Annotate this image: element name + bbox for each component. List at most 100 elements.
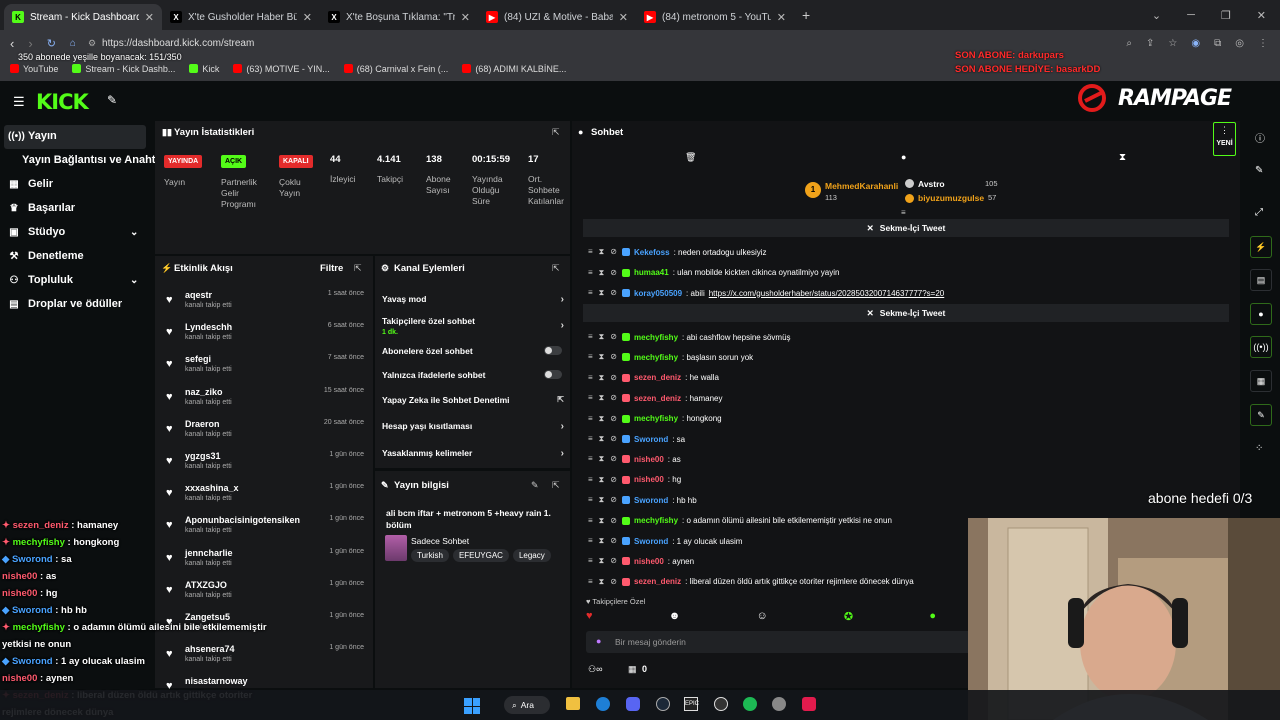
rail-chat-button[interactable]: ●: [1250, 303, 1272, 325]
timeout-icon[interactable]: ⧗: [599, 454, 605, 464]
bookmark-item[interactable]: (63) MOTIVE - YIN...: [233, 64, 330, 74]
app-icon[interactable]: [802, 697, 816, 711]
tweet-embed-bar[interactable]: ✕ Sekme-İçi Tweet: [583, 219, 1229, 237]
sidebar-item-5[interactable]: ▣ Stüdyo ⌄: [8, 226, 138, 238]
pin-icon[interactable]: ✎: [107, 93, 117, 107]
timeout-icon[interactable]: ⧗: [599, 393, 605, 403]
popout-info-icon[interactable]: ⇱: [552, 480, 560, 491]
pinned-icon[interactable]: ≡: [901, 208, 906, 217]
fullscreen-icon[interactable]: ⤢: [1255, 207, 1263, 218]
emote-icon[interactable]: ☻: [669, 610, 681, 623]
emote-icon[interactable]: ☺: [756, 610, 767, 623]
sidebar-item-3[interactable]: ▦ Gelir: [8, 178, 53, 190]
delete-message-icon[interactable]: ≡: [588, 393, 593, 403]
activity-username[interactable]: ATXZGJO: [185, 580, 227, 590]
spotify-icon[interactable]: [743, 697, 757, 711]
close-window-icon[interactable]: ✕: [1257, 9, 1266, 22]
address-bar[interactable]: https://dashboard.kick.com/stream: [102, 38, 254, 49]
activity-username[interactable]: aqestr: [185, 290, 212, 300]
timeout-icon[interactable]: ⧗: [599, 288, 605, 298]
delete-message-icon[interactable]: ≡: [588, 352, 593, 362]
tweet-embed-bar[interactable]: ✕ Sekme-İçi Tweet: [583, 304, 1229, 322]
steam-icon[interactable]: [656, 697, 670, 711]
chat-username[interactable]: sezen_deniz: [634, 373, 681, 382]
timeout-icon[interactable]: ⧗: [599, 373, 605, 383]
bookmark-item[interactable]: Stream - Kick Dashb...: [72, 64, 175, 74]
delete-message-icon[interactable]: ≡: [588, 577, 593, 587]
browser-tab[interactable]: ▶ (84) metronom 5 - YouTube ✕: [636, 4, 794, 30]
top-chatter-name[interactable]: Avstro: [918, 179, 945, 189]
timeout-icon[interactable]: ⧗: [599, 577, 605, 587]
bookmark-item[interactable]: (68) Carnival x Fein (...: [343, 64, 448, 74]
ai-moderation-row[interactable]: Yapay Zeka ile Sohbet Denetimi ⇱: [382, 395, 564, 405]
activity-username[interactable]: nisastarnoway: [185, 676, 248, 686]
discord-icon[interactable]: [626, 697, 640, 711]
rail-broadcast-button[interactable]: ((•)): [1250, 336, 1272, 358]
activity-username[interactable]: xxxashina_x: [185, 483, 239, 493]
kick-logo[interactable]: KICK: [36, 90, 89, 114]
activity-username[interactable]: ygzgs31: [185, 451, 221, 461]
reload-icon[interactable]: ↻: [47, 37, 56, 50]
sidebar-item-1[interactable]: ((•)) Yayın: [8, 130, 57, 142]
chat-username[interactable]: mechyfishy: [634, 333, 678, 342]
ban-icon[interactable]: ⊘: [610, 332, 617, 342]
edit-info-icon[interactable]: ✎: [531, 480, 539, 491]
tag-chip[interactable]: Turkish: [411, 549, 449, 562]
chat-username[interactable]: Sworond: [634, 435, 668, 444]
timeout-icon[interactable]: ⧗: [599, 414, 605, 424]
back-icon[interactable]: ‹: [10, 36, 14, 51]
sidebar-item-4[interactable]: ♛ Başarılar: [8, 202, 76, 214]
delete-message-icon[interactable]: ≡: [588, 495, 593, 505]
activity-username[interactable]: Zangetsu5: [185, 612, 230, 622]
forward-icon[interactable]: ›: [28, 36, 32, 51]
chat-username[interactable]: sezen_deniz: [634, 577, 681, 586]
hourglass-icon[interactable]: ⧗: [1119, 152, 1126, 163]
activity-username[interactable]: sefegi: [185, 354, 211, 364]
chat-username[interactable]: nishe00: [634, 455, 664, 464]
tag-chip[interactable]: EFEUYGAC: [452, 549, 509, 562]
bookmark-item[interactable]: YouTube: [10, 64, 58, 74]
site-info-icon[interactable]: ⚙: [88, 38, 96, 49]
chat-username[interactable]: mechyfishy: [634, 414, 678, 423]
zoom-icon[interactable]: ⌕: [1126, 38, 1132, 49]
delete-message-icon[interactable]: ≡: [588, 516, 593, 526]
timeout-icon[interactable]: ⧗: [599, 516, 605, 526]
sidebar-item-8[interactable]: ▤ Droplar ve ödüller: [8, 298, 122, 310]
browser-tab[interactable]: X X'te Boşuna Tıklama: "Trump: " ✕: [320, 4, 478, 30]
bookmark-star-icon[interactable]: ☆: [1168, 38, 1177, 49]
profile-icon[interactable]: ◎: [1235, 38, 1244, 49]
ban-icon[interactable]: ⊘: [610, 393, 617, 403]
chat-username[interactable]: Sworond: [634, 537, 668, 546]
delete-message-icon[interactable]: ≡: [588, 536, 593, 546]
heart-emote-icon[interactable]: ♥: [586, 610, 593, 623]
emote-icon[interactable]: ●: [929, 610, 936, 623]
sidebar-item-6[interactable]: ⚒ Denetleme: [8, 250, 84, 262]
browser-tab[interactable]: X X'te Gusholder Haber Bülteni: " ✕: [162, 4, 320, 30]
chat-username[interactable]: koray050509: [634, 289, 682, 298]
delete-message-icon[interactable]: ≡: [588, 475, 593, 485]
obs-icon[interactable]: [714, 697, 728, 711]
rail-clips-button[interactable]: ▦: [1250, 370, 1272, 392]
timeout-icon[interactable]: ⧗: [599, 352, 605, 362]
activity-username[interactable]: Lyndeschh: [185, 322, 232, 332]
emotes-only-toggle[interactable]: [544, 370, 562, 379]
ban-icon[interactable]: ⊘: [610, 536, 617, 546]
edit-icon[interactable]: ✎: [1255, 165, 1263, 176]
followers-only-row[interactable]: Takipçilere özel sohbet 1 dk. ›: [382, 316, 564, 336]
file-explorer-icon[interactable]: [566, 697, 580, 710]
account-age-row[interactable]: Hesap yaşı kısıtlaması ›: [382, 421, 564, 432]
activity-username[interactable]: naz_ziko: [185, 387, 223, 397]
sidebar-item-7[interactable]: ⚇ Topluluk ⌄: [8, 274, 139, 286]
subs-only-toggle[interactable]: [544, 346, 562, 355]
rail-notes-button[interactable]: ▤: [1250, 269, 1272, 291]
category-name[interactable]: Sadece Sohbet: [411, 536, 469, 546]
bookmark-item[interactable]: Kick: [189, 64, 219, 74]
close-tab-icon[interactable]: ✕: [145, 11, 154, 24]
info-icon[interactable]: ⓘ: [1255, 130, 1265, 145]
filter-button[interactable]: Filtre: [320, 263, 343, 274]
delete-message-icon[interactable]: ≡: [588, 454, 593, 464]
ban-icon[interactable]: ⊘: [610, 373, 617, 383]
chat-link[interactable]: https://x.com/gusholderhaber/status/2028…: [709, 289, 945, 298]
activity-username[interactable]: Aponunbacisinigotensiken: [185, 515, 300, 525]
ban-icon[interactable]: ⊘: [610, 495, 617, 505]
